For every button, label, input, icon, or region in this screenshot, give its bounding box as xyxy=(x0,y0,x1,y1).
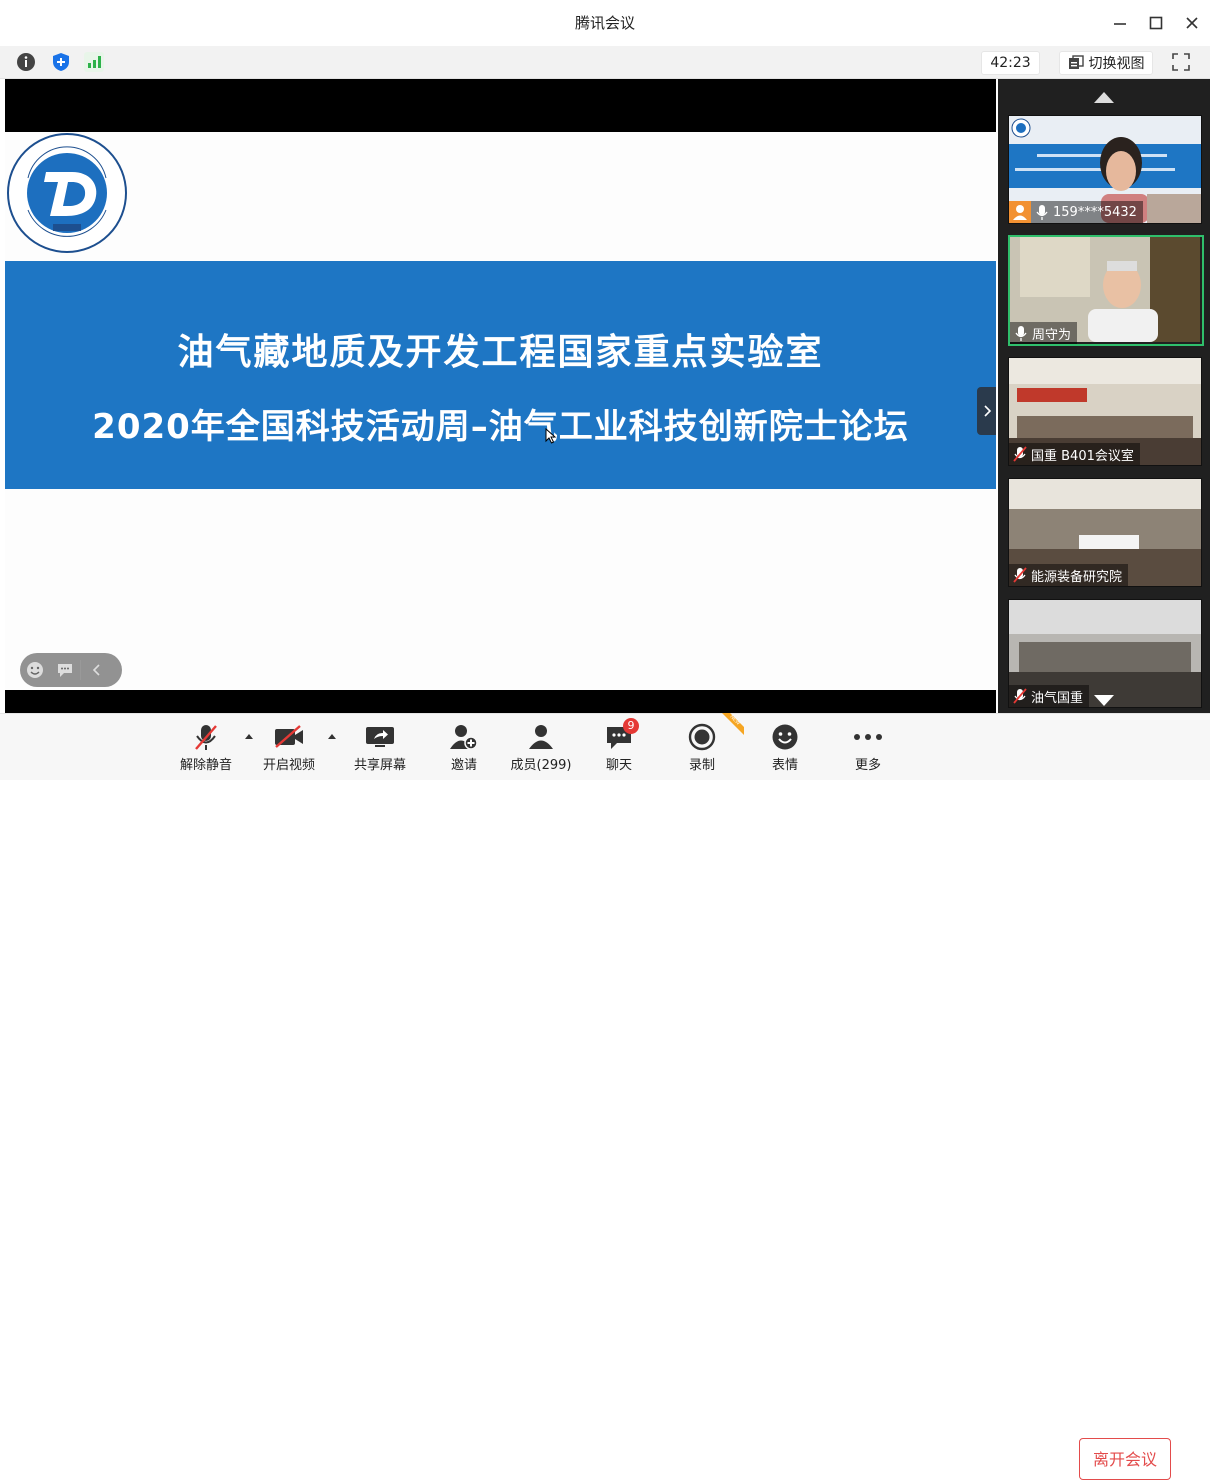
emoji-reaction-button[interactable] xyxy=(20,653,50,687)
participant-label: 油气国重 xyxy=(1009,685,1090,707)
invite-user-icon xyxy=(450,725,478,750)
chat-label: 聊天 xyxy=(605,758,632,773)
chat-unread-badge: 9 xyxy=(623,718,639,734)
more-button[interactable]: 更多 xyxy=(833,722,903,776)
meeting-toolbar: 解除静音 开启视频 共享屏幕 邀请 成员(299) 9 聊天 录制 表情 更多 … xyxy=(0,713,1210,1480)
floating-annotation-bar xyxy=(20,653,122,687)
unmute-label: 解除静音 xyxy=(179,758,232,773)
title-bar: 腾讯会议 xyxy=(0,0,1210,46)
start-video-label: 开启视频 xyxy=(262,758,315,773)
microphone-muted-icon xyxy=(1013,567,1027,583)
video-options-caret-icon[interactable] xyxy=(327,732,337,740)
members-button[interactable]: 成员(299) xyxy=(506,722,576,776)
minimize-button[interactable] xyxy=(1107,10,1133,36)
more-label: 更多 xyxy=(854,758,881,773)
scroll-down-arrow-icon[interactable] xyxy=(1092,693,1116,709)
record-label: 录制 xyxy=(688,758,715,773)
audio-options-caret-icon[interactable] xyxy=(244,732,254,740)
fullscreen-icon xyxy=(1172,53,1190,71)
start-video-button[interactable]: 开启视频 xyxy=(254,722,324,776)
participant-name: 能源装备研究院 xyxy=(1031,569,1123,585)
participant-label: 159****5432 xyxy=(1009,201,1143,223)
switch-view-icon xyxy=(1068,55,1084,69)
microphone-muted-icon xyxy=(1013,688,1027,704)
reactions-button[interactable]: 表情 xyxy=(750,722,820,776)
switch-view-button[interactable]: 切换视图 xyxy=(1059,51,1153,75)
participant-label: 国重 B401会议室 xyxy=(1009,443,1140,465)
meeting-info-button[interactable] xyxy=(15,51,37,73)
chevron-left-icon xyxy=(92,664,100,676)
avatar-icon xyxy=(1009,201,1031,223)
slide-title-line-1: 油气藏地质及开发工程国家重点实验室 xyxy=(177,332,824,373)
leave-meeting-button[interactable]: 离开会议 xyxy=(1079,1438,1171,1480)
new-feature-tag: NEW xyxy=(722,713,744,735)
participant-tile[interactable]: 159****5432 xyxy=(1008,115,1202,224)
participant-tile[interactable]: 国重 B401会议室 xyxy=(1008,357,1202,466)
minimize-icon xyxy=(1114,23,1126,25)
participant-tile-active-speaker[interactable]: 周守为 xyxy=(1008,235,1204,346)
share-screen-button[interactable]: 共享屏幕 xyxy=(345,722,415,776)
mouse-cursor-icon xyxy=(545,428,557,444)
meeting-info-bar: 42:23 切换视图 xyxy=(0,46,1210,79)
scroll-up-arrow-icon[interactable] xyxy=(1092,89,1116,105)
members-icon xyxy=(529,725,553,749)
unmute-button[interactable]: 解除静音 xyxy=(171,722,241,776)
window-title: 腾讯会议 xyxy=(574,14,635,32)
shared-screen-area[interactable]: 油气藏地质及开发工程国家重点实验室 2020年全国科技活动周–油气工业科技创新院… xyxy=(5,79,996,713)
participant-name: 国重 B401会议室 xyxy=(1031,448,1134,464)
close-button[interactable] xyxy=(1179,10,1205,36)
close-icon xyxy=(1186,17,1198,29)
invite-button[interactable]: 邀请 xyxy=(429,722,499,776)
fullscreen-button[interactable] xyxy=(1168,51,1194,73)
participant-tile[interactable]: 能源装备研究院 xyxy=(1008,478,1202,587)
camera-off-icon xyxy=(275,725,303,748)
chevron-right-icon xyxy=(984,405,992,417)
chat-bubble-button[interactable] xyxy=(50,653,80,687)
title-band: 油气藏地质及开发工程国家重点实验室 2020年全国科技活动周–油气工业科技创新院… xyxy=(5,261,996,489)
participant-name: 油气国重 xyxy=(1031,690,1084,706)
collapse-bar-button[interactable] xyxy=(81,653,111,687)
microphone-muted-icon xyxy=(1013,446,1027,462)
chat-button[interactable]: 9 聊天 xyxy=(584,718,654,776)
smiley-icon xyxy=(27,662,43,678)
record-icon xyxy=(688,723,716,751)
participant-label: 能源装备研究院 xyxy=(1009,564,1129,586)
university-logo xyxy=(7,133,127,253)
meeting-timer: 42:23 xyxy=(981,51,1040,75)
more-dots-icon xyxy=(854,734,882,740)
participant-name: 159****5432 xyxy=(1053,204,1137,220)
share-screen-icon xyxy=(366,727,394,747)
maximize-icon xyxy=(1149,16,1163,30)
slide-title-line-2: 2020年全国科技活动周–油气工业科技创新院士论坛 xyxy=(92,407,909,447)
smiley-icon xyxy=(772,724,798,750)
maximize-button[interactable] xyxy=(1143,10,1169,36)
microphone-icon xyxy=(1036,205,1048,220)
network-signal-button[interactable] xyxy=(83,51,105,73)
microphone-muted-icon xyxy=(195,725,217,750)
invite-label: 邀请 xyxy=(450,758,477,773)
security-button[interactable] xyxy=(50,51,72,73)
members-label: 成员(299) xyxy=(510,758,572,773)
participant-name: 周守为 xyxy=(1032,327,1072,343)
share-screen-label: 共享屏幕 xyxy=(353,758,406,773)
shield-icon xyxy=(53,53,69,71)
microphone-icon xyxy=(1015,326,1027,341)
participant-label: 周守为 xyxy=(1010,322,1078,344)
signal-icon xyxy=(84,52,104,72)
participant-tile[interactable]: 油气国重 xyxy=(1008,599,1202,708)
participant-video-sidebar: 159****5432 周守为 国重 B401会议室 能源装备研究院 油气国重 xyxy=(998,79,1210,713)
chat-icon xyxy=(58,664,72,677)
expand-sidebar-button[interactable] xyxy=(977,387,996,435)
reactions-label: 表情 xyxy=(771,758,798,773)
info-icon xyxy=(17,53,35,71)
presentation-slide: 油气藏地质及开发工程国家重点实验室 2020年全国科技活动周–油气工业科技创新院… xyxy=(5,132,996,690)
switch-view-label: 切换视图 xyxy=(1088,56,1145,72)
